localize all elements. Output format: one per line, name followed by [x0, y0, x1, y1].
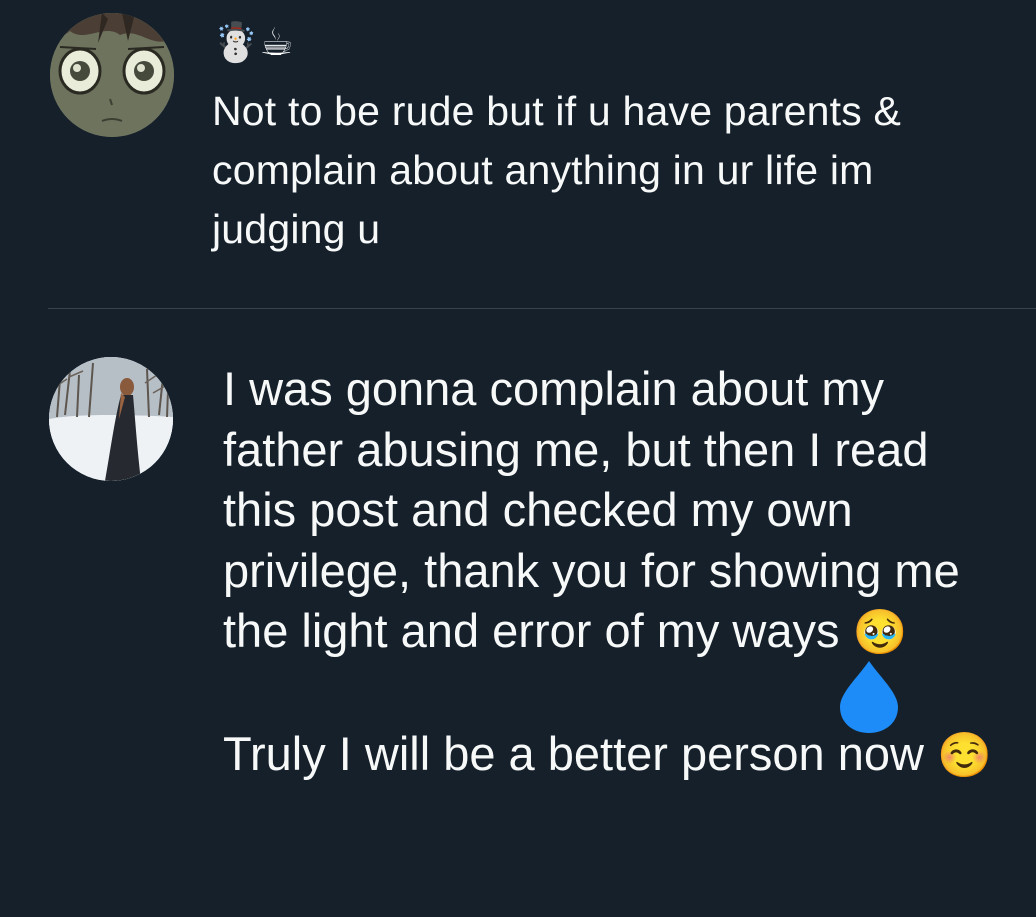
- reply-text-part-1: I was gonna complain about my father abu…: [223, 362, 960, 657]
- water-drop-icon: [836, 659, 902, 735]
- avatar[interactable]: [50, 13, 174, 137]
- author-emoji-name[interactable]: ☃️☕: [212, 18, 293, 66]
- reply-paragraph-1: I was gonna complain about my father abu…: [223, 359, 1013, 664]
- post-text: Not to be rude but if u have parents & c…: [212, 88, 902, 252]
- reply-text-part-2: Truly I will be a better person now: [223, 726, 924, 780]
- avatar[interactable]: [49, 357, 173, 481]
- original-post: ☃️☕ Not to be rude but if u have parents…: [0, 0, 1036, 308]
- smiling-face-emoji: ☺️: [937, 729, 992, 781]
- anime-face-avatar-icon: [50, 13, 174, 137]
- pleading-face-emoji: 🥹: [852, 607, 908, 658]
- reply-post: I was gonna complain about my father abu…: [0, 309, 1036, 917]
- snowy-figure-avatar-icon: [49, 357, 173, 481]
